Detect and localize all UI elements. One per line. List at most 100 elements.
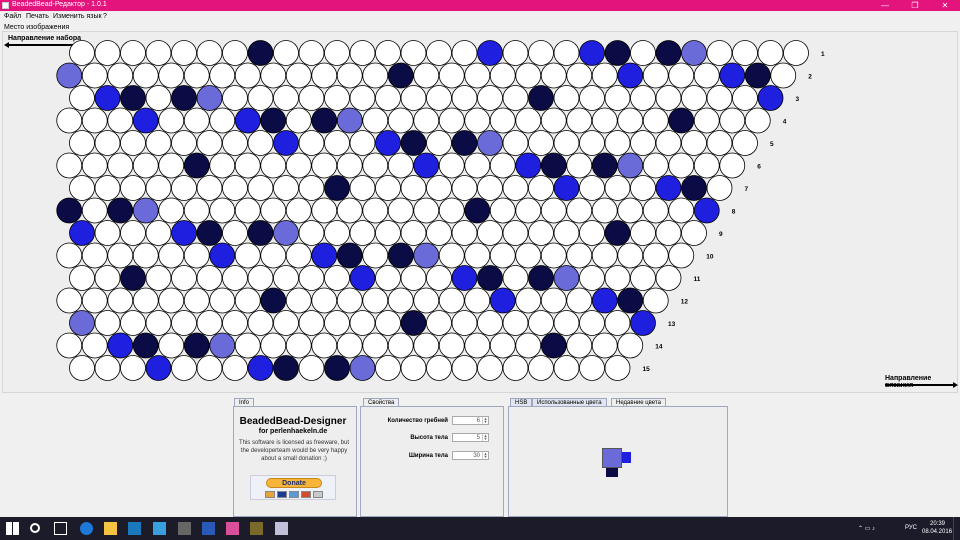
bead[interactable] [681,175,707,201]
bead[interactable] [464,242,491,269]
bead[interactable] [311,152,338,179]
bead[interactable] [375,220,401,246]
bead[interactable] [451,85,478,111]
bead[interactable] [387,287,414,314]
bead[interactable] [387,62,414,89]
clock-date[interactable]: 08.04.2016 [922,529,952,535]
bead[interactable] [375,265,401,291]
bead[interactable] [591,287,618,314]
bead[interactable] [132,242,159,269]
bead[interactable] [655,175,682,201]
bead[interactable] [566,152,593,179]
bead[interactable] [681,40,707,66]
bead[interactable] [107,152,134,179]
explorer-icon[interactable] [153,522,166,535]
bead[interactable] [222,85,248,111]
bead[interactable] [502,220,529,246]
bead[interactable] [145,265,172,291]
bead[interactable] [349,130,376,156]
bead[interactable] [94,355,121,381]
bead[interactable] [400,175,427,201]
bead[interactable] [681,220,707,246]
bead[interactable] [120,85,146,111]
bead[interactable] [69,355,95,381]
bead[interactable] [196,130,223,156]
bead[interactable] [158,62,185,89]
bead[interactable] [579,220,605,246]
bead[interactable] [515,287,542,314]
bead[interactable] [477,175,503,201]
bead-pattern[interactable]: 123456789101112131415 [3,32,959,394]
bead[interactable] [311,62,338,89]
bead[interactable] [489,197,516,224]
bead[interactable] [158,152,185,179]
bead[interactable] [56,242,83,269]
bead[interactable] [56,287,83,314]
bead[interactable] [69,130,95,156]
bead[interactable] [196,40,223,66]
bead[interactable] [298,40,325,66]
bead[interactable] [413,332,440,359]
height-input[interactable]: 5 ▲ ▼ [452,433,489,442]
bead[interactable] [719,62,746,89]
store-icon[interactable] [128,522,141,535]
bead[interactable] [260,287,287,314]
bead[interactable] [464,107,491,134]
minecraft-icon[interactable] [250,522,263,535]
bead[interactable] [69,85,95,111]
bead[interactable] [732,130,758,156]
bead[interactable] [489,287,516,314]
bead[interactable] [247,310,274,336]
bead[interactable] [630,220,656,246]
bead[interactable] [387,332,414,359]
bead[interactable] [285,197,312,224]
bead[interactable] [375,85,401,111]
bead[interactable] [375,40,401,66]
bead[interactable] [222,220,248,246]
bead[interactable] [209,107,236,134]
bead[interactable] [413,287,440,314]
bead[interactable] [540,287,567,314]
bead[interactable] [145,85,172,111]
bead[interactable] [540,62,567,89]
bead[interactable] [553,175,580,201]
bead[interactable] [298,310,325,336]
bead[interactable] [336,107,363,134]
bead[interactable] [247,175,274,201]
bead[interactable] [604,40,631,66]
bead[interactable] [387,242,414,269]
bead[interactable] [591,107,618,134]
bead[interactable] [553,355,580,381]
bead[interactable] [349,175,376,201]
bead[interactable] [247,85,274,111]
bead[interactable] [81,62,108,89]
bead[interactable] [349,265,376,291]
bead[interactable] [132,197,159,224]
bead[interactable] [107,62,134,89]
bead[interactable] [209,287,236,314]
bead[interactable] [222,40,248,66]
bead[interactable] [604,310,631,336]
bead[interactable] [515,242,542,269]
bead[interactable] [94,175,121,201]
bead[interactable] [604,85,631,111]
bead[interactable] [260,107,287,134]
bead[interactable] [260,62,287,89]
bead[interactable] [183,107,210,134]
bead[interactable] [630,40,656,66]
bead[interactable] [579,310,605,336]
bead[interactable] [642,152,669,179]
bead[interactable] [107,287,134,314]
menu-print[interactable]: Печать [26,13,49,20]
bead[interactable] [209,332,236,359]
bead[interactable] [400,130,427,156]
height-spinner[interactable]: ▲ ▼ [482,434,488,441]
bead[interactable] [502,40,529,66]
bead[interactable] [566,242,593,269]
bead[interactable] [604,265,631,291]
bead[interactable] [489,152,516,179]
bead[interactable] [451,220,478,246]
bead[interactable] [247,265,274,291]
bead[interactable] [158,197,185,224]
bead[interactable] [234,197,261,224]
